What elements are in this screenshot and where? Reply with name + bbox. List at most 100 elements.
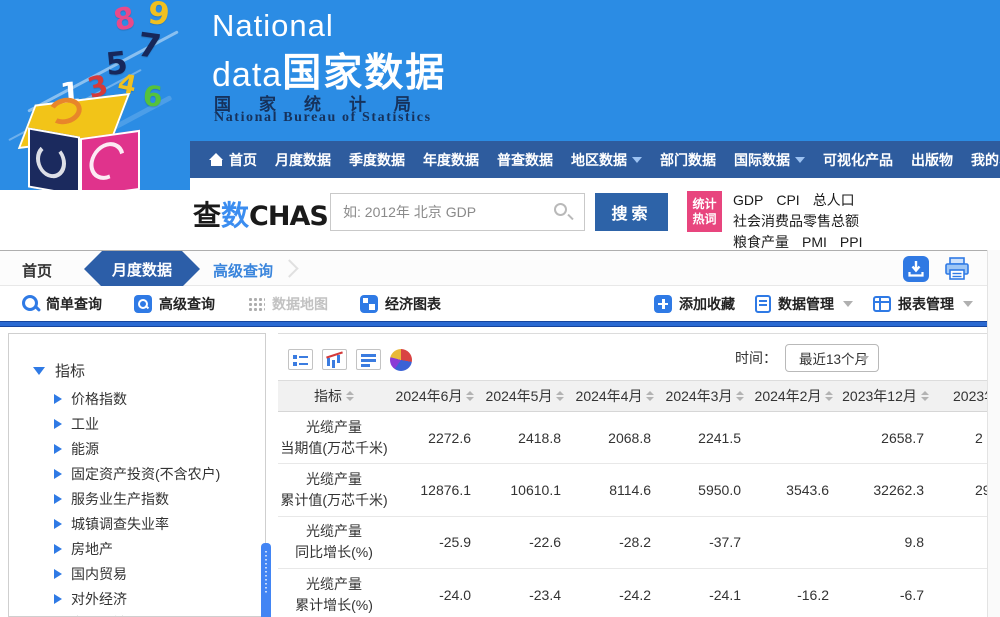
table-row[interactable]: 光缆产量同比增长(%) -25.9 -22.6 -28.2 -37.7 9.8 — [278, 517, 987, 569]
hot-word[interactable]: GDP — [733, 192, 763, 208]
pie-chart-view-icon[interactable] — [390, 349, 412, 371]
page: 8 9 7 5 1 3 4 6 2 National data国家数据 国家统计… — [0, 0, 1000, 617]
chevron-down-icon — [632, 157, 642, 163]
bar-chart-view-icon[interactable] — [322, 349, 347, 370]
value-cell: 2418.8 — [480, 412, 570, 463]
sort-icon — [736, 391, 744, 401]
main-nav: 首页 月度数据 季度数据 年度数据 普查数据 地区数据 部门数据 国际数据 可视… — [190, 141, 1000, 178]
time-label: 时间： — [735, 348, 777, 368]
time-range-select[interactable]: 最近13个月 — [785, 344, 879, 372]
home-icon — [209, 153, 224, 166]
search-band: 查数CHASHU 搜索 统计 热词 GDPCPI总人口社会消费品零售总额 粮食产… — [190, 178, 1000, 250]
data-map-button[interactable]: 数据地图 — [247, 294, 328, 314]
advanced-query-button[interactable]: 高级查询 — [134, 294, 215, 314]
value-cell-empty — [933, 569, 987, 617]
search-icon[interactable] — [554, 203, 567, 216]
value-cell: -24.1 — [660, 569, 750, 617]
hot-word[interactable]: PMI — [802, 234, 827, 250]
tree-item-energy[interactable]: 能源 — [9, 437, 265, 462]
tree-item-transportation[interactable]: 交通运输 — [9, 611, 265, 617]
download-button[interactable] — [903, 256, 929, 282]
nav-item-visualization[interactable]: 可视化产品 — [814, 150, 902, 170]
hbar-chart-view-icon[interactable] — [356, 349, 381, 370]
table-row[interactable]: 光缆产量当期值(万芯千米) 2272.6 2418.8 2068.8 2241.… — [278, 412, 987, 464]
chart-icon — [360, 295, 378, 313]
hot-word[interactable]: PPI — [840, 234, 863, 250]
breadcrumb-home[interactable]: 首页 — [22, 260, 52, 281]
tree-item-fixed-investment[interactable]: 固定资产投资(不含农户) — [9, 462, 265, 487]
tree-item-foreign-economy[interactable]: 对外经济 — [9, 586, 265, 611]
bureau-name-en: National Bureau of Statistics — [214, 110, 432, 126]
value-cell: -25.9 — [390, 517, 480, 568]
hot-word[interactable]: 总人口 — [813, 192, 855, 208]
column-header[interactable]: 2023年12月 — [838, 380, 933, 412]
data-table-header: 指标 2024年6月 2024年5月 2024年4月 2024年3月 2024年… — [278, 380, 987, 412]
print-button[interactable] — [943, 256, 971, 282]
indicator-cell: 光缆产量累计值(万芯千米) — [278, 464, 390, 515]
nav-item-home[interactable]: 首页 — [200, 150, 266, 170]
add-favorite-button[interactable]: 添加收藏 — [654, 294, 735, 314]
nav-item-monthly[interactable]: 月度数据 — [266, 150, 340, 170]
nav-item-publications[interactable]: 出版物 — [902, 150, 962, 170]
toolbar-left: 简单查询 高级查询 数据地图 经济图表 — [0, 294, 441, 314]
hot-word[interactable]: CPI — [776, 192, 799, 208]
triangle-right-icon — [54, 469, 62, 479]
economic-charts-button[interactable]: 经济图表 — [360, 294, 441, 314]
breadcrumb-tab-advanced-query[interactable]: 高级查询 — [213, 260, 273, 281]
indicator-cell: 光缆产量当期值(万芯千米) — [278, 412, 390, 463]
report-manage-menu[interactable]: 报表管理 — [873, 294, 973, 314]
value-cell: 12876.1 — [390, 464, 480, 515]
tree-item-real-estate[interactable]: 房地产 — [9, 536, 265, 561]
column-header[interactable]: 2024年4月 — [570, 380, 660, 412]
nav-item-departmental[interactable]: 部门数据 — [651, 150, 725, 170]
table-row[interactable]: 光缆产量累计增长(%) -24.0 -23.4 -24.2 -24.1 -16.… — [278, 569, 987, 617]
nav-item-regional[interactable]: 地区数据 — [562, 150, 651, 170]
tree-item-unemployment[interactable]: 城镇调查失业率 — [9, 511, 265, 536]
tree-item-label: 城镇调查失业率 — [71, 514, 169, 534]
nav-item-international[interactable]: 国际数据 — [725, 150, 814, 170]
toolbar-right: 添加收藏 数据管理 报表管理 — [654, 294, 987, 314]
column-header[interactable]: 2024年6月 — [390, 380, 480, 412]
panel-splitter-handle[interactable] — [261, 543, 271, 617]
nav-label: 季度数据 — [349, 150, 405, 170]
tree-item-services-index[interactable]: 服务业生产指数 — [9, 487, 265, 512]
hot-word[interactable]: 粮食产量 — [733, 234, 789, 250]
table-view-icon[interactable] — [288, 349, 313, 370]
nav-item-annual[interactable]: 年度数据 — [414, 150, 488, 170]
chevron-right-icon — [280, 259, 298, 277]
scrollbar-track[interactable] — [987, 250, 1000, 617]
search-button[interactable]: 搜索 — [595, 193, 668, 231]
tree-item-industry[interactable]: 工业 — [9, 412, 265, 437]
tree-item-price-index[interactable]: 价格指数 — [9, 387, 265, 412]
value-cell: 8114.6 — [570, 464, 660, 515]
tree-item-domestic-trade[interactable]: 国内贸易 — [9, 561, 265, 586]
column-header-clipped[interactable]: 2023年 — [933, 380, 987, 412]
table-icon — [873, 296, 891, 312]
nav-label: 年度数据 — [423, 150, 479, 170]
nav-item-favorites[interactable]: 我的收藏 — [962, 150, 1000, 170]
column-header-indicator[interactable]: 指标 — [278, 380, 390, 412]
tree-root-indicators[interactable]: 指标 — [33, 360, 265, 381]
nav-item-quarterly[interactable]: 季度数据 — [340, 150, 414, 170]
site-title-cn: 国家数据 — [282, 52, 446, 95]
column-header[interactable]: 2024年2月 — [750, 380, 838, 412]
table-row[interactable]: 光缆产量累计值(万芯千米) 12876.1 10610.1 8114.6 595… — [278, 464, 987, 516]
nav-item-census[interactable]: 普查数据 — [488, 150, 562, 170]
value-cell-empty — [933, 517, 987, 568]
falling-digit: 8 — [111, 0, 139, 39]
value-cell: -28.2 — [570, 517, 660, 568]
value-cell: 2241.5 — [660, 412, 750, 463]
view-toolbar: 时间： 最近13个月 — [278, 334, 987, 380]
sort-icon — [921, 391, 929, 401]
hot-word[interactable]: 社会消费品零售总额 — [733, 213, 859, 229]
search-input[interactable] — [330, 193, 585, 231]
column-header[interactable]: 2024年5月 — [480, 380, 570, 412]
hot-words-badge: 统计 热词 — [687, 191, 722, 232]
simple-query-button[interactable]: 简单查询 — [22, 294, 102, 314]
data-manage-menu[interactable]: 数据管理 — [755, 294, 853, 314]
breadcrumb-tab-monthly-active[interactable]: 月度数据 — [84, 251, 200, 287]
nav-label: 出版物 — [911, 150, 953, 170]
chashu-shu: 数 — [221, 200, 249, 231]
column-header[interactable]: 2024年3月 — [660, 380, 750, 412]
value-cell: 3543.6 — [750, 464, 838, 515]
